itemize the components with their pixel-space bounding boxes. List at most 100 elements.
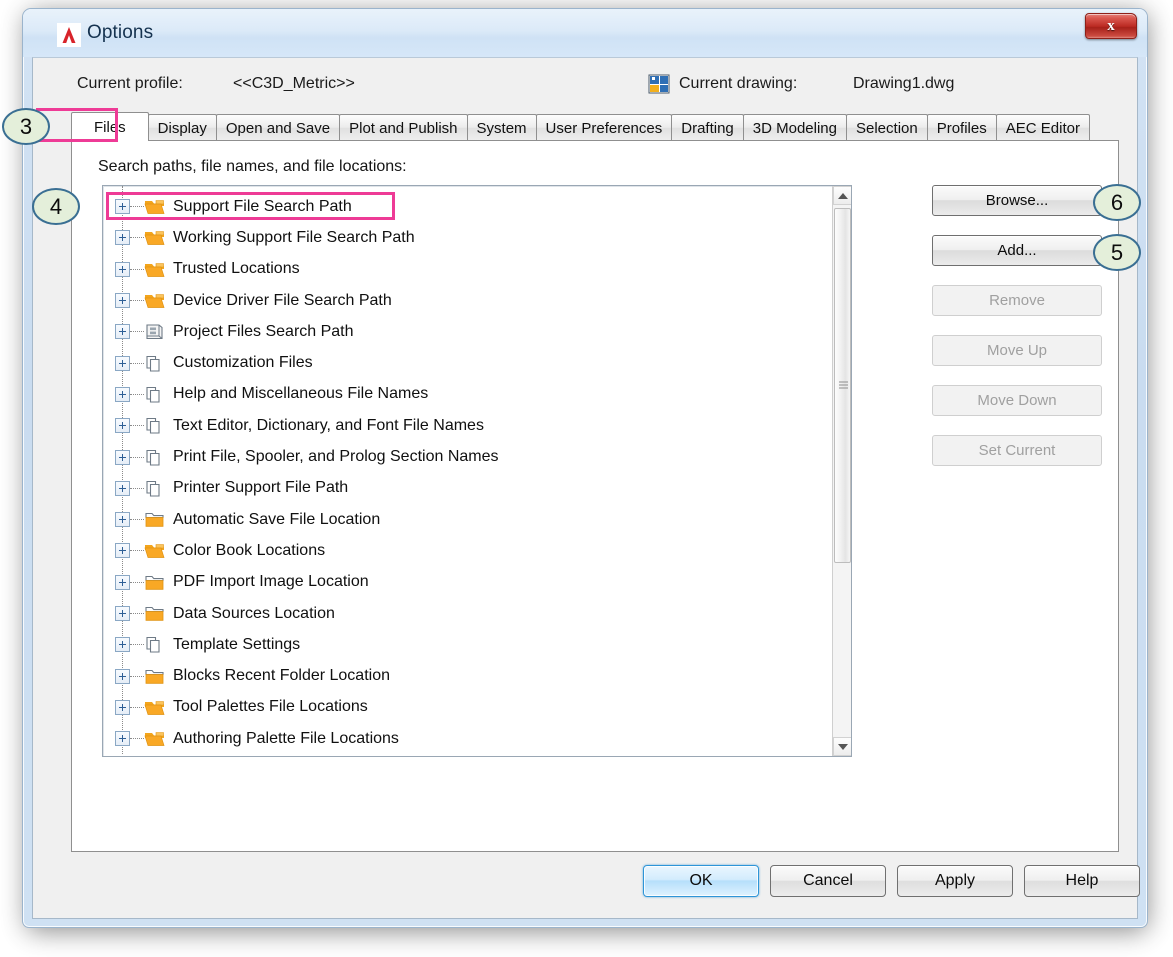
tree-branch-line: [130, 268, 144, 270]
tab-drafting[interactable]: Drafting: [671, 114, 744, 141]
tree-item-row[interactable]: Help and Miscellaneous File Names: [103, 379, 851, 410]
search-paths-listbox[interactable]: Support File Search Path Working Support …: [102, 185, 852, 757]
expand-plus-icon[interactable]: [115, 418, 130, 434]
tree-item-row[interactable]: Color Book Locations: [103, 535, 851, 566]
autocad-a-icon: [57, 23, 81, 47]
tree-branch-line: [130, 706, 144, 708]
tree-item-row[interactable]: Support File Search Path: [103, 191, 851, 222]
ok-button[interactable]: OK: [643, 865, 759, 897]
tree-item-row[interactable]: Trusted Locations: [103, 254, 851, 285]
tab-open-and-save[interactable]: Open and Save: [215, 114, 341, 141]
expand-plus-icon[interactable]: [115, 355, 130, 371]
stacked-files-icon: [144, 635, 166, 655]
expand-plus-icon[interactable]: [115, 293, 130, 309]
expand-plus-icon[interactable]: [115, 637, 130, 653]
expand-plus-icon[interactable]: [115, 386, 130, 402]
tree-item-row[interactable]: Template Settings: [103, 629, 851, 660]
cancel-button[interactable]: Cancel: [770, 865, 886, 897]
add-button[interactable]: Add...: [932, 235, 1102, 266]
dwg-file-icon: [648, 74, 670, 94]
stacked-files-icon: [144, 416, 166, 436]
expand-plus-icon[interactable]: [115, 261, 130, 277]
window-title: Options: [87, 22, 154, 43]
tree-item-label: Printer Support File Path: [173, 479, 349, 497]
expand-plus-icon[interactable]: [115, 574, 130, 590]
tree-item-label: Help and Miscellaneous File Names: [173, 385, 429, 403]
tree-item-row[interactable]: Automatic Save File Location: [103, 504, 851, 535]
apply-button[interactable]: Apply: [897, 865, 1013, 897]
folder-outline-icon: [144, 604, 166, 624]
button-label: OK: [689, 872, 713, 889]
tree-item-row[interactable]: PDF Import Image Location: [103, 567, 851, 598]
expand-plus-icon[interactable]: [115, 731, 130, 747]
tab-label: Plot and Publish: [349, 119, 458, 137]
current-drawing-value: Drawing1.dwg: [853, 75, 955, 92]
tab-system[interactable]: System: [466, 114, 537, 141]
tree-branch-line: [130, 487, 144, 489]
tree-item-label: Data Sources Location: [173, 604, 335, 622]
close-glyph: x: [1107, 17, 1115, 34]
tree-branch-line: [130, 393, 144, 395]
expand-plus-icon[interactable]: [115, 230, 130, 246]
help-button[interactable]: Help: [1024, 865, 1140, 897]
callout-badge-6: 6: [1093, 184, 1141, 221]
tree-item-row[interactable]: Blocks Recent Folder Location: [103, 660, 851, 691]
scroll-up-arrow-icon[interactable]: [833, 186, 851, 205]
expand-plus-icon[interactable]: [115, 512, 130, 528]
tree-item-label: Customization Files: [173, 354, 313, 372]
tab-files[interactable]: Files: [71, 112, 149, 141]
expand-plus-icon[interactable]: [115, 543, 130, 559]
tab-user-preferences[interactable]: User Preferences: [535, 114, 673, 141]
tab-label: Files: [94, 118, 126, 136]
listbox-action-buttons: Browse... Add... Remove Move Up Move Down Set…: [932, 185, 1102, 485]
tree-item-row[interactable]: Working Support File Search Path: [103, 222, 851, 253]
expand-plus-icon[interactable]: [115, 668, 130, 684]
tree-item-label: Automatic Save File Location: [173, 510, 381, 528]
tree-item-row[interactable]: Authoring Palette File Locations: [103, 723, 851, 754]
close-icon[interactable]: x: [1085, 13, 1137, 39]
tree-item-label: Blocks Recent Folder Location: [173, 667, 390, 685]
browse-button[interactable]: Browse...: [932, 185, 1102, 216]
tree-item-row[interactable]: Text Editor, Dictionary, and Font File N…: [103, 410, 851, 441]
tab-aec-editor[interactable]: AEC Editor: [995, 114, 1090, 141]
tree-item-row[interactable]: Print File, Spooler, and Prolog Section …: [103, 441, 851, 472]
expand-plus-icon[interactable]: [115, 606, 130, 621]
scroll-down-arrow-icon[interactable]: [833, 737, 851, 756]
tree-item-row[interactable]: Device Driver File Search Path: [103, 285, 851, 316]
stacked-files-icon: [144, 478, 166, 498]
profile-header-row: Current profile: <<C3D_Metric>> Current …: [33, 70, 1137, 100]
tab-display[interactable]: Display: [147, 114, 217, 141]
button-label: Set Current: [978, 442, 1056, 459]
listbox-vertical-scrollbar[interactable]: [832, 186, 851, 756]
current-profile-label: Current profile:: [77, 75, 183, 92]
tab-selection[interactable]: Selection: [846, 114, 928, 141]
tab-profiles[interactable]: Profiles: [926, 114, 997, 141]
expand-plus-icon[interactable]: [115, 699, 130, 715]
tree-item-row[interactable]: Project Files Search Path: [103, 316, 851, 347]
folder-outline-icon: [144, 510, 166, 530]
tree-item-row[interactable]: Customization Files: [103, 347, 851, 378]
folder-open-tab-icon: [144, 541, 166, 561]
tab-plot-and-publish[interactable]: Plot and Publish: [339, 114, 468, 141]
folder-outline-icon: [144, 572, 166, 592]
scrollbar-thumb[interactable]: [834, 208, 851, 563]
tree-item-label: Trusted Locations: [173, 260, 300, 278]
tree-item-row[interactable]: Tool Palettes File Locations: [103, 692, 851, 723]
tree-item-row[interactable]: Data Sources Location: [103, 598, 851, 629]
tree-item-row[interactable]: Printer Support File Path: [103, 473, 851, 504]
stacked-files-icon: [144, 447, 166, 467]
tab-3d-modeling[interactable]: 3D Modeling: [742, 114, 847, 141]
folder-open-tab-icon: [144, 197, 166, 217]
dialog-client-area: Current profile: <<C3D_Metric>> Current …: [32, 57, 1140, 919]
callout-number: 5: [1110, 239, 1124, 265]
tab-label: Drafting: [681, 119, 734, 137]
tree-branch-line: [130, 613, 144, 614]
expand-plus-icon[interactable]: [115, 324, 130, 340]
expand-plus-icon[interactable]: [115, 480, 130, 496]
expand-plus-icon[interactable]: [115, 449, 130, 465]
button-label: Cancel: [803, 872, 853, 889]
expand-plus-icon[interactable]: [115, 199, 130, 215]
callout-number: 6: [1110, 189, 1124, 215]
panel-caption: Search paths, file names, and file locat…: [98, 158, 407, 175]
button-label: Apply: [934, 872, 976, 889]
